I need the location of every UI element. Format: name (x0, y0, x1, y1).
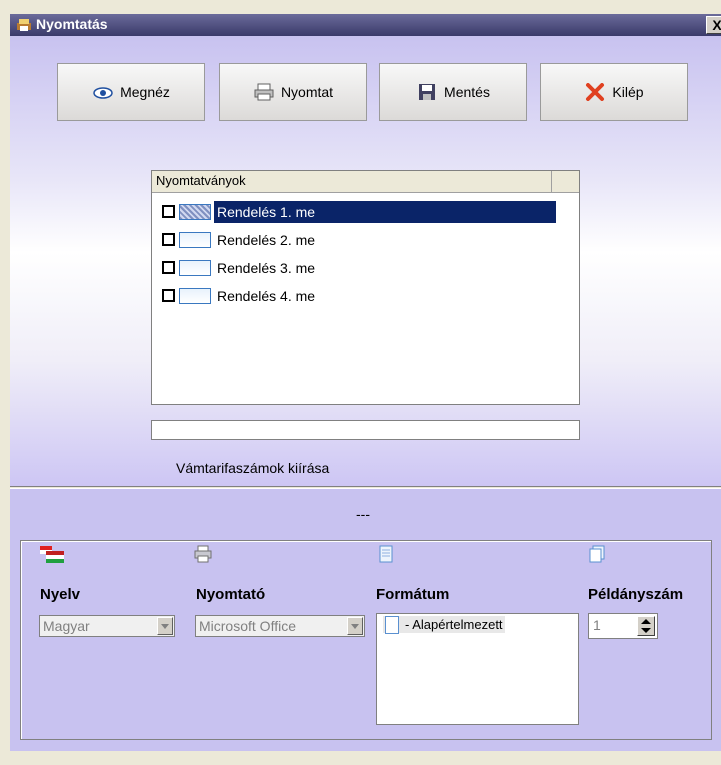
forms-list-header[interactable]: Nyomtatványok (152, 171, 552, 193)
up-down-arrows-icon (641, 619, 651, 633)
view-button-label: Megnéz (120, 84, 170, 100)
language-select-value: Magyar (43, 618, 90, 634)
spin-buttons[interactable] (637, 616, 655, 636)
list-item-label: Rendelés 3. me (217, 260, 316, 276)
exit-button-label: Kilép (612, 84, 644, 100)
list-item-label: Rendelés 1. me (217, 204, 316, 220)
list-item-label: Rendelés 2. me (217, 232, 316, 248)
view-button[interactable]: Megnéz (57, 63, 205, 121)
printer-small-icon (194, 545, 212, 563)
status-text: --- (356, 506, 370, 522)
title-bar[interactable]: Nyomtatás X (10, 14, 721, 36)
forms-list-header-spacer (552, 171, 579, 193)
forms-list[interactable]: Nyomtatványok Rendelés 1. me Rendelés 2.… (151, 170, 580, 405)
info-textbox[interactable] (151, 420, 580, 440)
settings-group (20, 540, 712, 740)
exit-button[interactable]: Kilép (540, 63, 688, 121)
red-x-icon (586, 83, 605, 101)
printer-icon (254, 83, 274, 101)
printer-select-value: Microsoft Office (199, 618, 296, 634)
printer-label: Nyomtató (196, 586, 266, 603)
window-title: Nyomtatás (36, 16, 108, 32)
tariff-option-label[interactable]: Vámtarifaszámok kiírása (176, 460, 329, 476)
format-item-label: - Alapértelmezett (405, 617, 503, 632)
eye-icon (93, 87, 113, 99)
list-item[interactable]: Rendelés 1. me (160, 201, 556, 223)
form-document-icon (179, 204, 211, 220)
flags-icon (40, 546, 64, 563)
list-item-checkbox[interactable] (162, 205, 175, 218)
form-document-icon (179, 260, 211, 276)
print-button[interactable]: Nyomtat (219, 63, 367, 121)
form-document-icon (179, 288, 211, 304)
chevron-down-icon[interactable] (347, 617, 363, 635)
chevron-down-icon[interactable] (157, 617, 173, 635)
floppy-disk-icon (419, 84, 436, 100)
save-button-label: Mentés (444, 84, 490, 100)
save-button[interactable]: Mentés (379, 63, 527, 121)
list-item-checkbox[interactable] (162, 233, 175, 246)
close-button[interactable]: X (706, 16, 721, 34)
language-select[interactable]: Magyar (39, 615, 175, 637)
list-item-checkbox[interactable] (162, 289, 175, 302)
print-button-label: Nyomtat (280, 84, 334, 100)
form-document-icon (179, 232, 211, 248)
printer-select[interactable]: Microsoft Office (195, 615, 365, 637)
document-small-icon (379, 545, 393, 563)
copies-label: Példányszám (588, 586, 684, 603)
format-list-item[interactable]: - Alapértelmezett (383, 616, 505, 634)
list-item[interactable]: Rendelés 2. me (160, 229, 556, 251)
copies-value: 1 (593, 617, 601, 633)
list-item[interactable]: Rendelés 4. me (160, 285, 556, 307)
printer-app-icon (17, 19, 31, 31)
format-label: Formátum (376, 586, 450, 603)
copies-icon (589, 545, 605, 563)
document-icon (385, 616, 399, 634)
list-item[interactable]: Rendelés 3. me (160, 257, 556, 279)
list-item-label: Rendelés 4. me (217, 288, 316, 304)
format-list[interactable]: - Alapértelmezett (376, 613, 579, 725)
language-label: Nyelv (40, 586, 81, 603)
copies-stepper[interactable]: 1 (588, 613, 658, 639)
list-item-checkbox[interactable] (162, 261, 175, 274)
